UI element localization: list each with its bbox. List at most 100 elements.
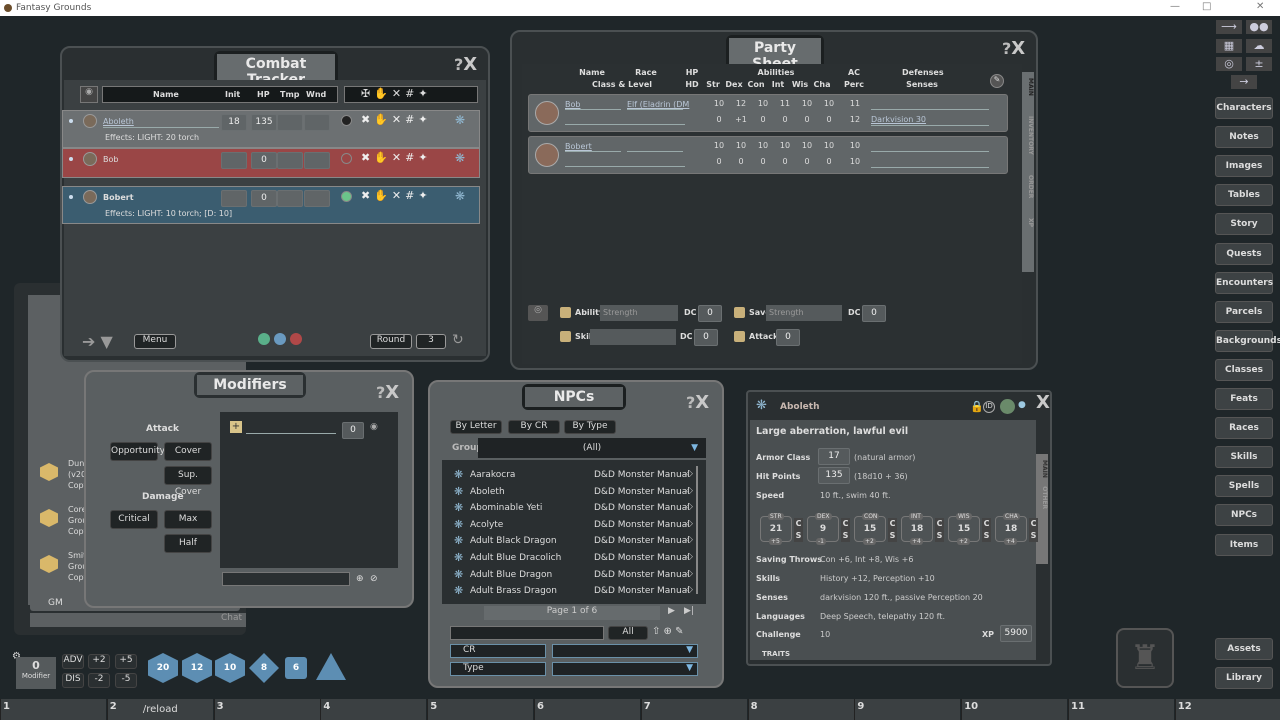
npc-name[interactable]: Adult Blue Dragon — [470, 570, 552, 580]
sidebar-item-parcels[interactable]: Parcels — [1215, 301, 1273, 323]
help-button[interactable]: ? — [1002, 39, 1011, 58]
hotkey-slot-3[interactable]: 3 — [214, 699, 320, 720]
next-round-icon[interactable]: ↻ — [452, 332, 464, 348]
field-tmp[interactable] — [277, 114, 303, 131]
npc-list-item[interactable]: ❋AarakocraD&D Monster Manual◇ — [450, 468, 700, 484]
adv-button[interactable]: ADV — [62, 654, 84, 669]
ability-wis[interactable]: 15WIS+2 — [948, 516, 980, 542]
combatant-row[interactable]: Bobert0✖✋✕#✦❋Effects: LIGHT: 10 torch; [… — [62, 186, 480, 224]
check-save-toggle[interactable]: C S — [794, 518, 803, 542]
link-icon[interactable]: ◇ — [686, 469, 693, 479]
sidebar-item-notes[interactable]: Notes — [1215, 126, 1273, 148]
combatant-name[interactable]: Bobert — [103, 193, 134, 202]
link-icon[interactable]: ◇ — [686, 569, 693, 579]
d4-die[interactable] — [316, 653, 346, 683]
faction-icon[interactable] — [341, 191, 352, 202]
check-save-toggle[interactable]: C S — [888, 518, 897, 542]
round-counter[interactable]: 3 — [416, 334, 446, 349]
section-icons[interactable]: ✖✋✕#✦ — [361, 189, 432, 202]
group-dropdown[interactable]: (All)▼ — [478, 438, 706, 458]
field-tmp[interactable] — [277, 190, 303, 207]
section-icons[interactable]: ✖✋✕#✦ — [361, 151, 432, 164]
tab-xp[interactable]: XP — [1027, 218, 1034, 227]
ability-int[interactable]: 18INT+4 — [901, 516, 933, 542]
critical-button[interactable]: Critical — [110, 510, 158, 529]
npc-name[interactable]: Aboleth — [780, 402, 820, 412]
npc-list-item[interactable]: ❋AbolethD&D Monster Manual◇ — [450, 485, 700, 501]
grid-icon[interactable]: ▦ — [1216, 39, 1242, 53]
npc-list-item[interactable]: ❋Abominable YetiD&D Monster Manual◇ — [450, 501, 700, 517]
save-dropdown[interactable]: Strength — [766, 305, 842, 321]
faction-icon[interactable] — [341, 115, 352, 126]
visibility-eye-icon[interactable]: ◉ — [370, 422, 378, 432]
npc-list-item[interactable]: ❋Adult Black DragonD&D Monster Manual◇ — [450, 534, 700, 550]
hotkey-slot-11[interactable]: 11 — [1068, 699, 1174, 720]
ability-dex[interactable]: 9DEX-1 — [807, 516, 839, 542]
effects-icon[interactable]: ☁ — [1246, 39, 1272, 53]
hotkey-slot-8[interactable]: 8 — [748, 699, 854, 720]
type-filter-dropdown[interactable]: ▼ — [552, 662, 698, 676]
die-icon[interactable] — [734, 331, 745, 342]
field-tmp[interactable] — [277, 152, 303, 169]
link-icon[interactable]: ◇ — [686, 519, 693, 529]
half-button[interactable]: Half — [164, 534, 212, 553]
reset-icon[interactable]: ◎ — [528, 305, 548, 321]
field-init[interactable] — [221, 152, 247, 169]
ability-score[interactable]: 11 — [775, 99, 795, 108]
field-wnd[interactable] — [304, 114, 330, 131]
ability-score[interactable]: 10 — [731, 141, 751, 150]
d12-die[interactable]: 12 — [182, 653, 212, 683]
lock-icon[interactable]: 🔒 — [970, 400, 984, 413]
sidebar-item-feats[interactable]: Feats — [1215, 388, 1273, 410]
modifier-search-input[interactable] — [222, 572, 350, 586]
field-hp[interactable]: 0 — [251, 152, 277, 169]
skill-dropdown[interactable] — [590, 329, 676, 345]
combatant-name[interactable]: Aboleth — [103, 117, 134, 126]
ability-str[interactable]: 21STR+5 — [760, 516, 792, 542]
modifier-box[interactable]: 0 Modifier — [16, 657, 56, 689]
member-race[interactable]: Elf (Eladrin (DM — [627, 100, 689, 109]
ability-score[interactable]: 10 — [819, 99, 839, 108]
cr-filter-dropdown[interactable]: ▼ — [552, 644, 698, 658]
npc-list-item[interactable]: ❋Adult Blue DracolichD&D Monster Manual◇ — [450, 551, 700, 567]
edit-pencil-icon[interactable]: ✎ — [990, 74, 1004, 88]
chat-icon[interactable]: ● — [1018, 400, 1026, 410]
next-actor-arrow-icon[interactable]: ➔ ▼ — [82, 332, 113, 351]
ability-score[interactable]: 10 — [753, 141, 773, 150]
die-icon[interactable] — [734, 307, 745, 318]
next-page-button[interactable]: ▶ — [668, 606, 675, 616]
ability-dropdown[interactable]: Strength — [600, 305, 678, 321]
ability-score[interactable]: 10 — [775, 141, 795, 150]
plus5-button[interactable]: +5 — [115, 654, 137, 669]
modifiers-icon[interactable]: ± — [1246, 57, 1272, 71]
modifier-name-field[interactable] — [246, 433, 336, 434]
npc-list-item[interactable]: ❋AcolyteD&D Monster Manual◇ — [450, 518, 700, 534]
npc-name[interactable]: Aboleth — [470, 487, 505, 497]
hotkey-slot-12[interactable]: 12 — [1175, 699, 1280, 720]
token-avatar[interactable] — [83, 114, 97, 128]
npc-list-item[interactable]: ❋Adult Blue DragonD&D Monster Manual◇ — [450, 568, 700, 584]
chat-input[interactable]: Chat — [30, 613, 246, 627]
xp-value[interactable]: 5900 — [1000, 625, 1032, 642]
target-icon[interactable]: ◎ — [1216, 57, 1242, 71]
sidebar-item-npcs[interactable]: NPCs — [1215, 504, 1273, 526]
sidebar-item-items[interactable]: Items — [1215, 534, 1273, 556]
npc-name[interactable]: Abominable Yeti — [470, 503, 542, 513]
ability-con[interactable]: 15CON+2 — [854, 516, 886, 542]
d10-die[interactable]: 10 — [215, 653, 245, 683]
hotkey-slot-7[interactable]: 7 — [641, 699, 747, 720]
ability-dc-input[interactable]: 0 — [698, 305, 722, 322]
ability-score[interactable]: 10 — [819, 141, 839, 150]
hotkey-slot-9[interactable]: 9 — [854, 699, 960, 720]
section-toggles[interactable]: ✠✋✕#✦ — [344, 86, 478, 103]
hotkey-slot-10[interactable]: 10 — [961, 699, 1067, 720]
sidebar-item-encounters[interactable]: Encounters — [1215, 272, 1273, 294]
ability-score[interactable]: 10 — [709, 141, 729, 150]
party-member-row[interactable]: BobElf (Eladrin (DM10012+110011010010011… — [528, 94, 1008, 132]
sidebar-item-quests[interactable]: Quests — [1215, 243, 1273, 265]
last-page-button[interactable]: ▶| — [684, 606, 694, 616]
max-button[interactable]: Max — [164, 510, 212, 529]
tab-other[interactable]: OTHER — [1041, 486, 1048, 509]
sidebar-item-races[interactable]: Races — [1215, 417, 1273, 439]
hotkey-slot-5[interactable]: 5 — [427, 699, 533, 720]
